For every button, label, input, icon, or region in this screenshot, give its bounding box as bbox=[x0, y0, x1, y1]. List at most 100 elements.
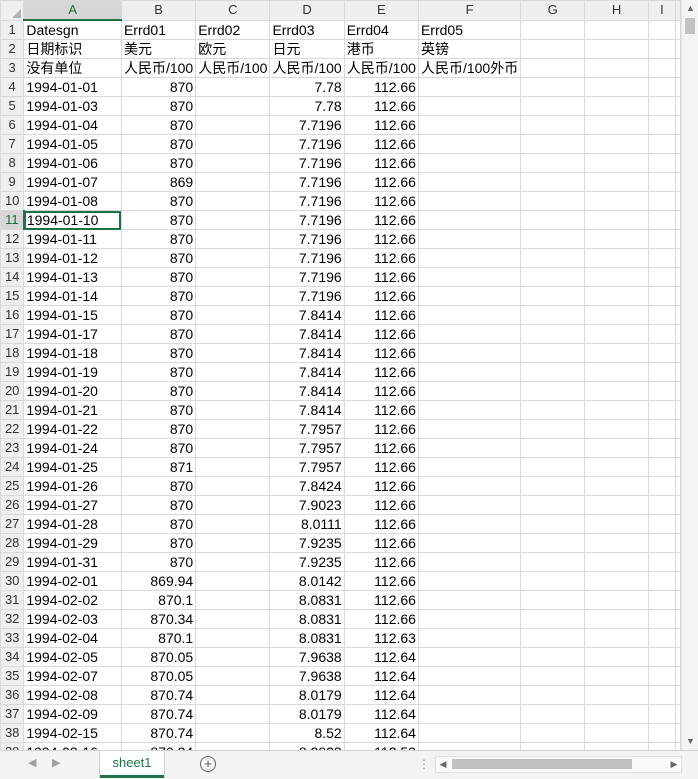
cell-a38[interactable]: 1994-02-15 bbox=[23, 723, 122, 743]
sheet-tab-sheet1[interactable]: sheet1 bbox=[100, 751, 164, 778]
cell-i2[interactable] bbox=[647, 39, 677, 59]
cell-a35[interactable]: 1994-02-07 bbox=[23, 666, 122, 686]
cell-d27[interactable]: 8.0111 bbox=[269, 514, 345, 534]
cell-i38[interactable] bbox=[647, 723, 677, 743]
cell-a28[interactable]: 1994-01-29 bbox=[23, 533, 122, 553]
cell-e39[interactable]: 112.53 bbox=[343, 742, 419, 750]
split-handle-icon[interactable]: ⋮ bbox=[418, 757, 431, 771]
cell-g18[interactable] bbox=[520, 343, 586, 363]
cell-d1[interactable]: Errd03 bbox=[269, 19, 345, 40]
cell-f24[interactable] bbox=[417, 457, 522, 477]
cell-d25[interactable]: 7.8424 bbox=[269, 476, 345, 496]
cell-f28[interactable] bbox=[417, 533, 522, 553]
cell-a30[interactable]: 1994-02-01 bbox=[23, 571, 122, 591]
horizontal-scroll-thumb[interactable] bbox=[452, 759, 632, 769]
cell-a3[interactable]: 没有单位 bbox=[23, 58, 122, 78]
row-header[interactable]: 13 bbox=[0, 248, 25, 268]
cell-a22[interactable]: 1994-01-22 bbox=[23, 419, 122, 439]
cell-c26[interactable] bbox=[195, 495, 271, 515]
cell-d12[interactable]: 7.7196 bbox=[269, 229, 345, 249]
row-header[interactable]: 28 bbox=[0, 533, 25, 553]
cell-f33[interactable] bbox=[417, 628, 522, 648]
row-header[interactable]: 5 bbox=[0, 96, 25, 116]
row-header[interactable]: 4 bbox=[0, 77, 25, 97]
cell-g32[interactable] bbox=[520, 609, 586, 629]
row-header[interactable]: 34 bbox=[0, 647, 25, 667]
cell-g24[interactable] bbox=[520, 457, 586, 477]
row-header[interactable]: 16 bbox=[0, 305, 25, 325]
row-header[interactable]: 33 bbox=[0, 628, 25, 648]
cell-g10[interactable] bbox=[520, 191, 586, 211]
cell-i32[interactable] bbox=[647, 609, 677, 629]
cell-h2[interactable] bbox=[584, 39, 649, 59]
cell-c18[interactable] bbox=[195, 343, 271, 363]
cell-a13[interactable]: 1994-01-12 bbox=[23, 248, 122, 268]
column-header-e[interactable]: E bbox=[343, 0, 419, 21]
cell-h36[interactable] bbox=[584, 685, 649, 705]
cell-e6[interactable]: 112.66 bbox=[343, 115, 419, 135]
cell-d17[interactable]: 7.8414 bbox=[269, 324, 345, 344]
row-header[interactable]: 39 bbox=[0, 742, 25, 750]
row-header[interactable]: 21 bbox=[0, 400, 25, 420]
cell-a5[interactable]: 1994-01-03 bbox=[23, 96, 122, 116]
cell-e21[interactable]: 112.66 bbox=[343, 400, 419, 420]
row-header[interactable]: 1 bbox=[0, 19, 25, 40]
cell-f38[interactable] bbox=[417, 723, 522, 743]
cell-h9[interactable] bbox=[584, 172, 649, 192]
cell-e10[interactable]: 112.66 bbox=[343, 191, 419, 211]
cell-i27[interactable] bbox=[647, 514, 677, 534]
cell-f2[interactable]: 英镑 bbox=[417, 39, 522, 59]
cell-b5[interactable]: 870 bbox=[120, 96, 197, 116]
cell-e34[interactable]: 112.64 bbox=[343, 647, 419, 667]
cell-h24[interactable] bbox=[584, 457, 649, 477]
cell-b31[interactable]: 870.1 bbox=[120, 590, 197, 610]
cell-h17[interactable] bbox=[584, 324, 649, 344]
cell-b14[interactable]: 870 bbox=[120, 267, 197, 287]
row-header[interactable]: 37 bbox=[0, 704, 25, 724]
cell-e22[interactable]: 112.66 bbox=[343, 419, 419, 439]
cell-d2[interactable]: 日元 bbox=[269, 39, 345, 59]
cell-a2[interactable]: 日期标识 bbox=[23, 39, 122, 59]
cell-g28[interactable] bbox=[520, 533, 586, 553]
cell-i29[interactable] bbox=[647, 552, 677, 572]
cell-h10[interactable] bbox=[584, 191, 649, 211]
cell-f12[interactable] bbox=[417, 229, 522, 249]
cell-g16[interactable] bbox=[520, 305, 586, 325]
cell-d7[interactable]: 7.7196 bbox=[269, 134, 345, 154]
cell-d8[interactable]: 7.7196 bbox=[269, 153, 345, 173]
cell-c39[interactable] bbox=[195, 742, 271, 750]
cell-a20[interactable]: 1994-01-20 bbox=[23, 381, 122, 401]
row-header[interactable]: 23 bbox=[0, 438, 25, 458]
cell-i12[interactable] bbox=[647, 229, 677, 249]
cell-h35[interactable] bbox=[584, 666, 649, 686]
cell-h15[interactable] bbox=[584, 286, 649, 306]
cell-e33[interactable]: 112.63 bbox=[343, 628, 419, 648]
cell-e14[interactable]: 112.66 bbox=[343, 267, 419, 287]
cell-g9[interactable] bbox=[520, 172, 586, 192]
cell-g38[interactable] bbox=[520, 723, 586, 743]
cell-e38[interactable]: 112.64 bbox=[343, 723, 419, 743]
cell-h6[interactable] bbox=[584, 115, 649, 135]
cell-g11[interactable] bbox=[520, 210, 586, 230]
cell-g4[interactable] bbox=[520, 77, 586, 97]
cell-b7[interactable]: 870 bbox=[120, 134, 197, 154]
cell-c4[interactable] bbox=[195, 77, 271, 97]
row-header[interactable]: 6 bbox=[0, 115, 25, 135]
cell-h1[interactable] bbox=[584, 19, 649, 40]
cell-e30[interactable]: 112.66 bbox=[343, 571, 419, 591]
cell-g14[interactable] bbox=[520, 267, 586, 287]
row-header[interactable]: 2 bbox=[0, 39, 25, 59]
cell-f37[interactable] bbox=[417, 704, 522, 724]
cell-e35[interactable]: 112.64 bbox=[343, 666, 419, 686]
cell-a29[interactable]: 1994-01-31 bbox=[23, 552, 122, 572]
cell-h28[interactable] bbox=[584, 533, 649, 553]
row-header[interactable]: 35 bbox=[0, 666, 25, 686]
cell-c36[interactable] bbox=[195, 685, 271, 705]
cell-h33[interactable] bbox=[584, 628, 649, 648]
column-header-b[interactable]: B bbox=[120, 0, 197, 21]
cell-a31[interactable]: 1994-02-02 bbox=[23, 590, 122, 610]
cell-f18[interactable] bbox=[417, 343, 522, 363]
cell-c16[interactable] bbox=[195, 305, 271, 325]
cell-b17[interactable]: 870 bbox=[120, 324, 197, 344]
cell-i22[interactable] bbox=[647, 419, 677, 439]
